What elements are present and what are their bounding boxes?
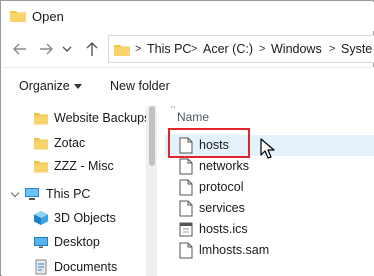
title-bar: Open xyxy=(2,2,374,31)
folder-icon xyxy=(34,113,48,125)
highlight-box xyxy=(168,128,250,158)
nav-item-documents[interactable]: Documents xyxy=(2,255,146,276)
column-header-name[interactable]: Name xyxy=(177,110,209,124)
file-row-hosts-ics[interactable]: hosts.ics xyxy=(165,219,374,240)
mouse-cursor-icon xyxy=(260,138,275,159)
breadcrumb-separator: > xyxy=(329,43,336,55)
file-name: protocol xyxy=(199,180,244,194)
breadcrumb-system[interactable]: Syste xyxy=(341,42,372,56)
command-bar: Organize New folder xyxy=(2,68,374,106)
breadcrumb-windows[interactable]: Windows xyxy=(271,42,322,56)
folder-icon xyxy=(34,138,48,150)
file-row-lmhosts-sam[interactable]: lmhosts.sam xyxy=(165,240,374,261)
document-icon xyxy=(179,200,193,217)
nav-item-zotac[interactable]: Zotac xyxy=(2,131,146,155)
breadcrumb-this-pc[interactable]: This PC xyxy=(147,42,191,56)
scrollbar-thumb[interactable] xyxy=(149,106,155,166)
breadcrumb-separator: > xyxy=(259,43,266,55)
nav-item-label: Zotac xyxy=(54,136,86,150)
3d-objects-icon xyxy=(34,211,48,225)
file-name: hosts.ics xyxy=(199,222,248,236)
up-arrow-icon[interactable] xyxy=(82,39,102,59)
desktop-icon xyxy=(34,237,48,248)
nav-item-3d-objects[interactable]: 3D Objects xyxy=(2,206,146,230)
document-icon xyxy=(179,179,193,196)
new-folder-button[interactable]: New folder xyxy=(110,79,170,93)
sort-caret-icon: ^ xyxy=(171,106,176,113)
folder-icon xyxy=(34,161,48,173)
nav-item-desktop[interactable]: Desktop xyxy=(2,230,146,254)
document-icon xyxy=(179,242,193,259)
nav-item-label: Documents xyxy=(54,260,118,274)
nav-item-zzz-misc[interactable]: ZZZ - Misc xyxy=(2,154,146,178)
nav-item-this-pc[interactable]: This PC xyxy=(2,182,146,206)
breadcrumb-separator: > xyxy=(191,43,198,55)
folder-icon xyxy=(10,11,26,22)
file-row-protocol[interactable]: protocol xyxy=(165,177,374,198)
caret-down-icon xyxy=(73,84,82,90)
file-name: lmhosts.sam xyxy=(199,243,270,257)
forward-arrow-icon[interactable] xyxy=(36,39,56,59)
navigation-pane: Website Backups Zotac ZZZ - Misc This PC… xyxy=(2,106,157,276)
organize-label: Organize xyxy=(19,79,70,93)
nav-item-website-backups[interactable]: Website Backups xyxy=(2,106,150,130)
breadcrumb-separator: > xyxy=(135,43,142,55)
nav-item-label: 3D Objects xyxy=(54,211,116,225)
file-name: networks xyxy=(199,159,250,173)
nav-item-label: Desktop xyxy=(54,235,100,249)
window-title: Open xyxy=(32,9,64,24)
breadcrumb-drive[interactable]: Acer (C:) xyxy=(203,42,253,56)
folder-icon xyxy=(114,45,130,56)
nav-item-label: This PC xyxy=(46,187,91,201)
chevron-down-icon[interactable] xyxy=(10,188,20,198)
open-dialog: Open > This PC > Acer (C:) > Windows > S… xyxy=(0,0,374,276)
this-pc-icon xyxy=(25,188,39,200)
documents-icon xyxy=(35,259,47,275)
organize-button[interactable]: Organize xyxy=(19,79,82,93)
address-bar[interactable]: > This PC > Acer (C:) > Windows > Syste xyxy=(108,35,374,63)
nav-item-label: ZZZ - Misc xyxy=(54,159,114,173)
file-row-services[interactable]: services xyxy=(165,198,374,219)
back-arrow-icon[interactable] xyxy=(10,39,30,59)
chevron-down-icon[interactable] xyxy=(60,39,74,59)
address-row: > This PC > Acer (C:) > Windows > Syste xyxy=(2,31,374,67)
calendar-file-icon xyxy=(179,222,193,237)
file-name: services xyxy=(199,201,245,215)
navigation-scrollbar[interactable] xyxy=(146,106,157,276)
document-icon xyxy=(179,158,193,175)
nav-item-label: Website Backups xyxy=(54,111,151,125)
